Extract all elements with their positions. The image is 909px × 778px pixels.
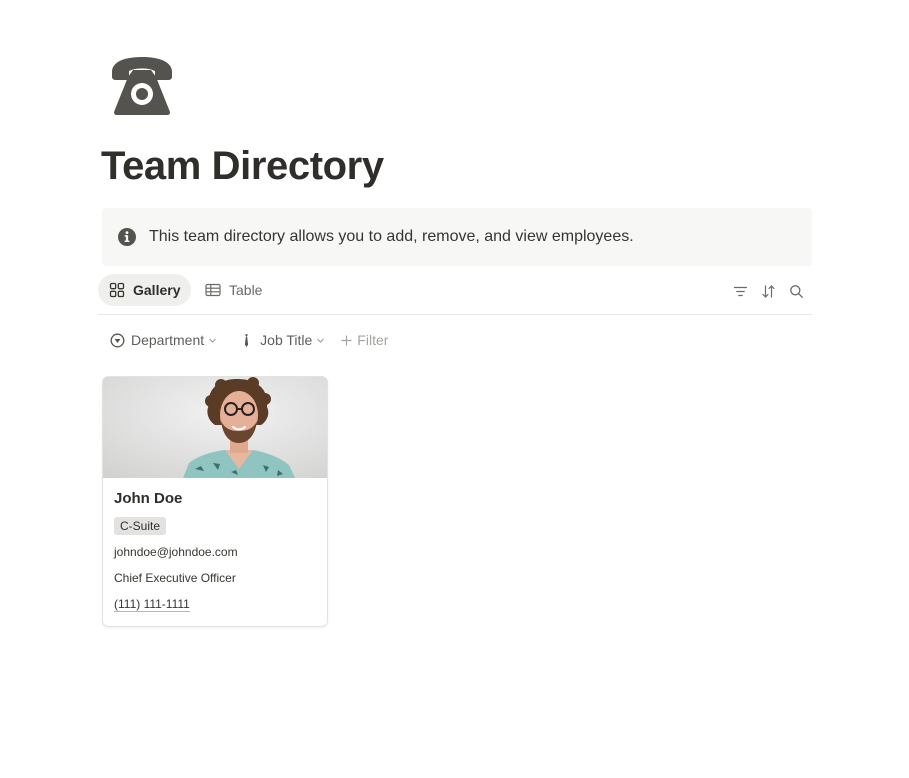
card-cover-photo [103,377,327,478]
filter-bar: Department Job Title Filter [102,326,396,354]
view-bar: Gallery Table [98,273,812,315]
tab-table-label: Table [229,282,263,298]
telephone-icon[interactable] [106,52,178,120]
info-callout[interactable]: This team directory allows you to add, r… [102,208,812,266]
card-email[interactable]: johndoe@johndoe.com [114,545,316,571]
filter-icon [733,286,747,296]
job-title-filter[interactable]: Job Title [231,326,333,354]
info-icon [118,228,136,246]
search-icon [789,284,803,298]
add-filter-button[interactable]: Filter [333,326,396,354]
page: Team Directory This team directory allow… [0,0,909,778]
callout-text: This team directory allows you to add, r… [149,228,634,245]
department-tag: C-Suite [114,517,167,535]
plus-icon [341,334,352,346]
department-filter-label: Department [131,332,205,348]
card-job-title: Chief Executive Officer [114,571,236,585]
chevron-down-icon [209,338,217,343]
sort-icon [761,284,775,298]
table-icon [205,283,221,297]
department-select-icon [110,333,125,347]
card-body: John Doe C-Suite johndoe@johndoe.com Chi… [103,478,327,623]
card-name: John Doe [114,490,183,507]
tab-gallery[interactable]: Gallery [98,274,192,306]
filter-button[interactable] [731,282,749,300]
add-filter-label: Filter [357,332,389,348]
tie-icon [245,333,249,347]
sort-button[interactable] [759,282,777,300]
department-filter[interactable]: Department [102,326,225,354]
gallery-card[interactable]: John Doe C-Suite johndoe@johndoe.com Chi… [102,376,328,627]
tab-table[interactable]: Table [194,274,273,306]
chevron-down-icon [317,338,325,343]
page-title: Team Directory [101,144,384,188]
search-button[interactable] [787,282,805,300]
card-phone-text[interactable]: (111) 111-1111 [114,597,190,612]
gallery-grid-icon [109,282,125,298]
tab-gallery-label: Gallery [133,282,181,298]
card-phone[interactable]: (111) 111-1111 [114,597,316,623]
job-title-filter-label: Job Title [260,332,313,348]
